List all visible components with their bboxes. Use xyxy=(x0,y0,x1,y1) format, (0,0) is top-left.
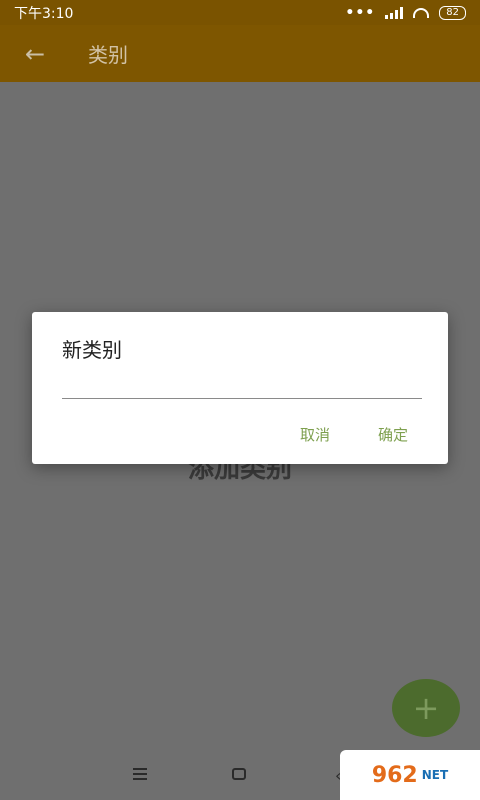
menu-icon[interactable] xyxy=(133,768,147,780)
watermark-suffix: NET xyxy=(421,768,449,782)
cancel-button[interactable]: 取消 xyxy=(294,420,336,449)
add-category-fab[interactable]: + xyxy=(392,679,460,737)
watermark-brand: 962 xyxy=(371,762,418,788)
category-name-input[interactable] xyxy=(62,370,422,399)
watermark-logo: 962 NET xyxy=(340,750,480,800)
home-icon[interactable] xyxy=(232,768,246,780)
dialog-title: 新类别 xyxy=(62,338,122,362)
wifi-icon xyxy=(413,7,430,18)
status-icons: ••• 82 xyxy=(345,5,466,21)
battery-icon: 82 xyxy=(439,5,466,20)
more-dots-icon: ••• xyxy=(345,4,376,21)
plus-icon: + xyxy=(412,689,440,727)
new-category-dialog: 新类别 取消 确定 xyxy=(32,312,448,464)
signal-icon xyxy=(385,6,404,19)
status-bar: 下午3:10 ••• 82 xyxy=(0,0,480,25)
back-arrow-icon[interactable]: ← xyxy=(0,40,70,68)
confirm-button[interactable]: 确定 xyxy=(372,420,414,449)
page-title: 类别 xyxy=(88,43,128,67)
status-time: 下午3:10 xyxy=(14,5,74,22)
app-bar: ← 类别 xyxy=(0,25,480,82)
